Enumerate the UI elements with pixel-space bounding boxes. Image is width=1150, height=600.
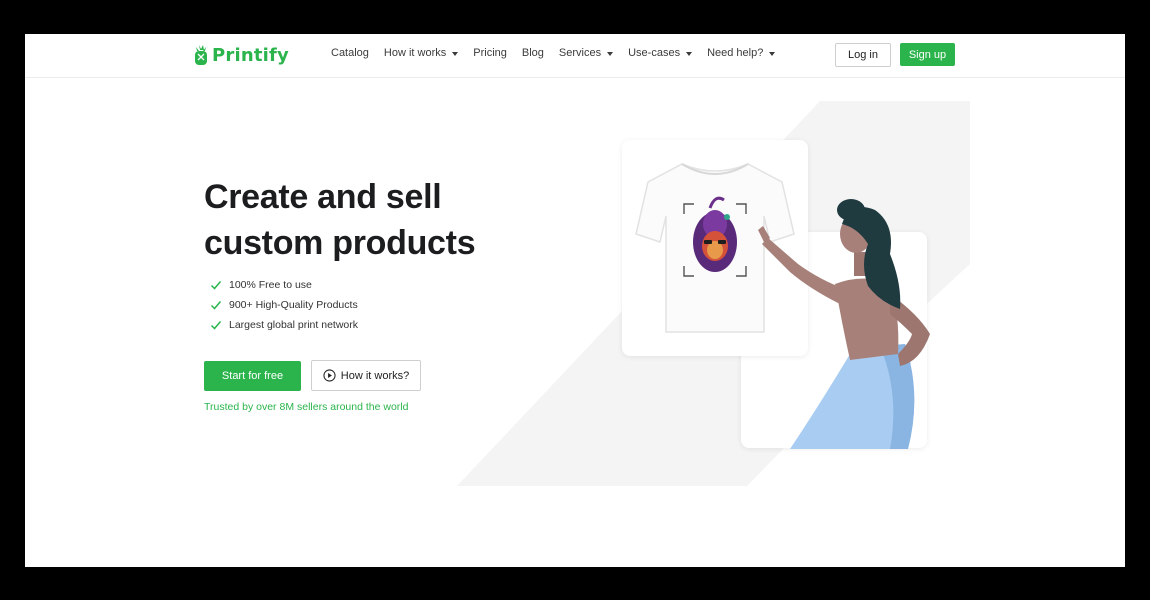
feature-item: 100% Free to use <box>210 275 358 295</box>
nav-how-it-works-label: How it works <box>383 47 447 59</box>
chevron-down-icon <box>686 51 693 56</box>
chevron-down-icon <box>769 51 776 56</box>
check-icon <box>210 321 222 330</box>
hero-title-line-2: custom products <box>204 224 476 262</box>
nav-services[interactable]: Services <box>558 47 614 59</box>
top-navigation: Printify Catalog How it works Pricing Bl… <box>25 34 1125 78</box>
feature-item: Largest global print network <box>210 315 358 335</box>
nav-blog[interactable]: Blog <box>522 47 544 59</box>
feature-list: 100% Free to use 900+ High-Quality Produ… <box>210 275 358 335</box>
nav-pricing[interactable]: Pricing <box>473 47 507 59</box>
how-it-works-button[interactable]: How it works? <box>311 360 421 391</box>
nav-how-it-works[interactable]: How it works <box>383 47 459 59</box>
start-for-free-button[interactable]: Start for free <box>204 361 301 391</box>
chevron-down-icon <box>607 51 614 56</box>
woman-illustration <box>758 199 930 449</box>
nav-catalog-label: Catalog <box>331 47 369 59</box>
feature-item: 900+ High-Quality Products <box>210 295 358 315</box>
nav-blog-label: Blog <box>521 47 544 59</box>
hero-title-line-1: Create and sell <box>204 178 442 216</box>
page: Printify Catalog How it works Pricing Bl… <box>25 34 1125 567</box>
nav-use-cases-label: Use-cases <box>628 47 681 59</box>
nav-services-label: Services <box>558 47 602 59</box>
feature-label: 900+ High-Quality Products <box>229 299 358 311</box>
login-button[interactable]: Log in <box>835 43 891 67</box>
chevron-down-icon <box>452 51 459 56</box>
check-icon <box>210 281 222 290</box>
how-it-works-label: How it works? <box>340 369 410 382</box>
hero-background-shape <box>457 101 970 486</box>
pineapple-logo-icon <box>195 45 207 65</box>
nav-pricing-label: Pricing <box>473 47 507 59</box>
play-circle-icon <box>323 369 336 382</box>
signup-button[interactable]: Sign up <box>900 43 955 66</box>
logo[interactable]: Printify <box>193 43 289 67</box>
feature-label: Largest global print network <box>229 319 358 331</box>
feature-label: 100% Free to use <box>229 279 312 291</box>
nav-need-help[interactable]: Need help? <box>707 47 776 59</box>
nav-catalog[interactable]: Catalog <box>331 47 369 59</box>
nav-use-cases[interactable]: Use-cases <box>628 47 693 59</box>
logo-text: Printify <box>212 44 289 66</box>
check-icon <box>210 301 222 310</box>
nav-links: Catalog How it works Pricing Blog Servic… <box>331 47 790 59</box>
hero-title: Create and sell custom products <box>204 174 524 266</box>
trusted-text: Trusted by over 8M sellers around the wo… <box>204 401 409 413</box>
nav-need-help-label: Need help? <box>707 47 764 59</box>
